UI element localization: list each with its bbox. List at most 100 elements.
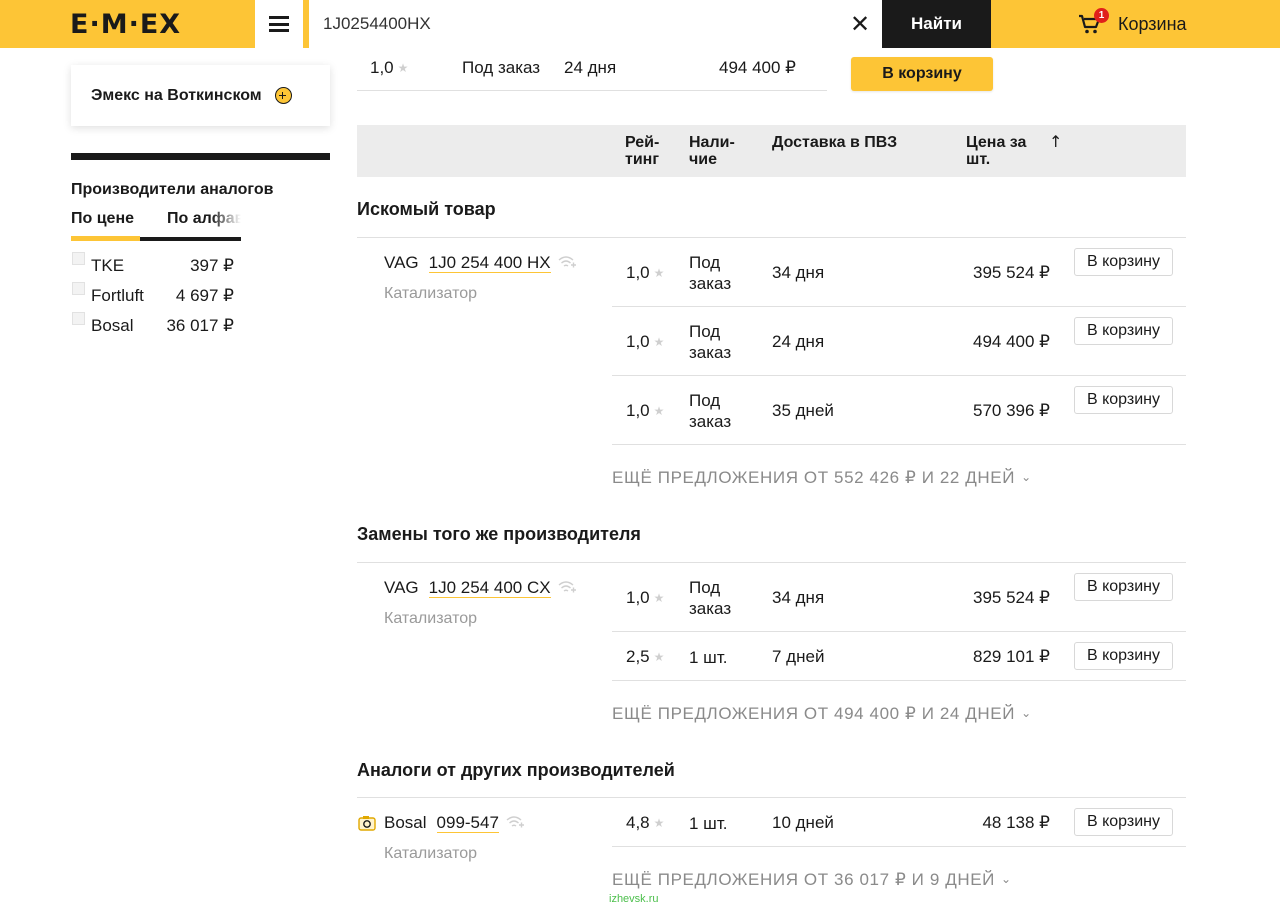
- divider: [612, 680, 1186, 681]
- offer-availability: Под заказ: [689, 391, 732, 431]
- offer-price: 494 400 ₽: [719, 58, 796, 77]
- section-title: Замены того же производителя: [357, 524, 641, 544]
- cart-link[interactable]: 1 Корзина: [1078, 8, 1187, 40]
- star-icon: ★: [653, 404, 665, 418]
- search-box: ✕: [309, 0, 882, 48]
- offer-rating: 4,8 ★: [626, 813, 665, 832]
- offer-rating: 2,5 ★: [626, 647, 665, 666]
- more-offers-label: ЕЩЁ ПРЕДЛОЖЕНИЯ ОТ 494 400 ₽ И 24 ДНЕЙ: [612, 704, 1016, 723]
- manufacturer-item: TKE 397 ₽: [71, 252, 241, 276]
- manufacturer-checkbox[interactable]: [72, 252, 85, 265]
- product-description: Катализатор: [384, 610, 478, 627]
- product-brand: VAG: [384, 578, 419, 597]
- top-offer-row: 1,0 ★ Под заказ 24 дня 494 400 ₽: [357, 48, 827, 91]
- section-title: Искомый товар: [357, 199, 496, 219]
- offer-row: 1,0 ★ Под заказ 34 дня 395 524 ₽ В корзин…: [612, 238, 1186, 307]
- product-code-link[interactable]: 1J0 254 400 CX: [428, 578, 551, 598]
- offer-row: 1,0 ★ Под заказ 24 дня 494 400 ₽ В корзин…: [612, 307, 1186, 376]
- offer-availability: 1 шт.: [689, 814, 728, 833]
- star-icon: ★: [653, 266, 665, 280]
- menu-icon: [269, 16, 289, 32]
- offer-row: 2,5 ★ 1 шт. 7 дней 829 101 ₽ В корзину: [612, 632, 1186, 680]
- emex-logo[interactable]: E·M·EX: [70, 8, 190, 40]
- logo-text: E·M·EX: [70, 8, 182, 40]
- star-icon: ★: [397, 61, 409, 75]
- offer-rating: 1,0 ★: [626, 332, 665, 351]
- manufacturer-item: Fortluft 4 697 ₽: [71, 282, 241, 306]
- add-to-cart-button[interactable]: В корзину: [1074, 248, 1173, 276]
- offer-rating: 1,0 ★: [626, 588, 665, 607]
- tab-sort-price[interactable]: По цене: [71, 210, 134, 228]
- offer-delivery: 35 дней: [772, 401, 834, 420]
- star-icon: ★: [653, 650, 665, 664]
- offer-row: 1,0 ★ Под заказ 35 дней 570 396 ₽ В корзи…: [612, 376, 1186, 445]
- offer-row: 1,0 ★ Под заказ 34 дня 395 524 ₽ В корзин…: [612, 563, 1186, 632]
- more-offers-label: ЕЩЁ ПРЕДЛОЖЕНИЯ ОТ 36 017 ₽ И 9 ДНЕЙ: [612, 870, 995, 889]
- cart-label: Корзина: [1118, 13, 1187, 34]
- star-icon: ★: [653, 816, 665, 830]
- cart-icon: 1: [1078, 8, 1109, 36]
- offer-delivery: 10 дней: [772, 813, 834, 832]
- col-availability[interactable]: Нали- чие: [689, 134, 735, 168]
- table-header: Рей- тинг Нали- чие Доставка в ПВЗ Цена …: [357, 125, 1186, 177]
- store-name: Эмекс на Воткинском: [91, 86, 262, 104]
- add-to-cart-button[interactable]: В корзину: [1074, 808, 1173, 836]
- chevron-down-icon: ⌄: [1021, 470, 1032, 484]
- add-to-cart-button[interactable]: В корзину: [1074, 642, 1173, 670]
- add-to-cart-button[interactable]: В корзину: [1074, 573, 1173, 601]
- more-offers-link[interactable]: ЕЩЁ ПРЕДЛОЖЕНИЯ ОТ 494 400 ₽ И 24 ДНЕЙ ⌄: [612, 704, 1032, 724]
- offer-price: 570 396 ₽: [973, 401, 1050, 420]
- fade-overlay: [211, 210, 241, 236]
- add-to-cart-button[interactable]: В корзину: [1074, 386, 1173, 414]
- offer-availability: Под заказ: [689, 322, 732, 362]
- manufacturer-checkbox[interactable]: [72, 312, 85, 325]
- more-offers-link[interactable]: ЕЩЁ ПРЕДЛОЖЕНИЯ ОТ 552 426 ₽ И 22 ДНЕЙ ⌄: [612, 468, 1032, 488]
- offer-price: 395 524 ₽: [973, 588, 1050, 607]
- product-brand: Bosal: [384, 813, 427, 832]
- section-title: Аналоги от других производителей: [357, 760, 675, 780]
- chevron-down-icon: ⌄: [1000, 872, 1012, 886]
- menu-button[interactable]: [255, 0, 303, 48]
- header: E·M·EX ✕ Найти 1 Корзина: [0, 0, 1280, 48]
- product-description: Катализатор: [384, 285, 478, 302]
- offer-rating: 1,0 ★: [626, 401, 665, 420]
- offer-price: 48 138 ₽: [982, 813, 1050, 832]
- offer-price: 395 524 ₽: [973, 263, 1050, 282]
- offer-delivery: 34 дня: [772, 263, 825, 282]
- col-delivery[interactable]: Доставка в ПВЗ: [772, 134, 897, 151]
- offer-availability: Под заказ: [462, 58, 541, 77]
- manufacturer-checkbox[interactable]: [72, 282, 85, 295]
- sort-arrow-icon[interactable]: ↑: [1049, 133, 1062, 150]
- manufacturer-price: 4 697 ₽: [175, 286, 234, 305]
- manufacturer-name: Bosal: [91, 316, 134, 335]
- chevron-down-icon: ⌄: [1021, 706, 1032, 720]
- col-price[interactable]: Цена за шт.: [966, 134, 1026, 168]
- manufacturer-name: Fortluft: [91, 286, 144, 305]
- divider: [612, 846, 1186, 847]
- manufacturer-price: 397 ₽: [190, 256, 234, 275]
- close-icon[interactable]: ✕: [848, 12, 872, 36]
- manufacturer-price: 36 017 ₽: [166, 316, 234, 335]
- offer-availability: 1 шт.: [689, 648, 728, 667]
- offer-availability: Под заказ: [689, 578, 732, 618]
- col-rating[interactable]: Рей- тинг: [625, 134, 659, 168]
- signal-icon: [506, 816, 524, 828]
- product-description: Катализатор: [384, 845, 478, 862]
- product-code-link[interactable]: 1J0 254 400 HX: [428, 253, 551, 273]
- star-icon: ★: [653, 591, 665, 605]
- offer-rating: 1,0 ★: [370, 58, 409, 77]
- add-to-cart-button[interactable]: В корзину: [1074, 317, 1173, 345]
- camera-icon[interactable]: [358, 815, 376, 831]
- plus-circle-icon[interactable]: [274, 87, 292, 104]
- offer-delivery: 24 дня: [772, 332, 825, 351]
- add-to-cart-button[interactable]: В корзину: [851, 57, 993, 91]
- product-code-link[interactable]: 099-547: [436, 813, 499, 833]
- store-selector[interactable]: Эмекс на Воткинском: [71, 65, 330, 126]
- search-input[interactable]: [309, 0, 839, 48]
- find-button[interactable]: Найти: [882, 0, 991, 48]
- more-offers-link[interactable]: ЕЩЁ ПРЕДЛОЖЕНИЯ ОТ 36 017 ₽ И 9 ДНЕЙ ⌄: [612, 870, 1012, 890]
- product-info: VAG 1J0 254 400 CX Катализатор: [384, 578, 576, 628]
- product-info: VAG 1J0 254 400 HX Катализатор: [384, 253, 576, 303]
- offer-row: 4,8 ★ 1 шт. 10 дней 48 138 ₽ В корзину: [612, 798, 1186, 846]
- signal-icon: [558, 581, 576, 593]
